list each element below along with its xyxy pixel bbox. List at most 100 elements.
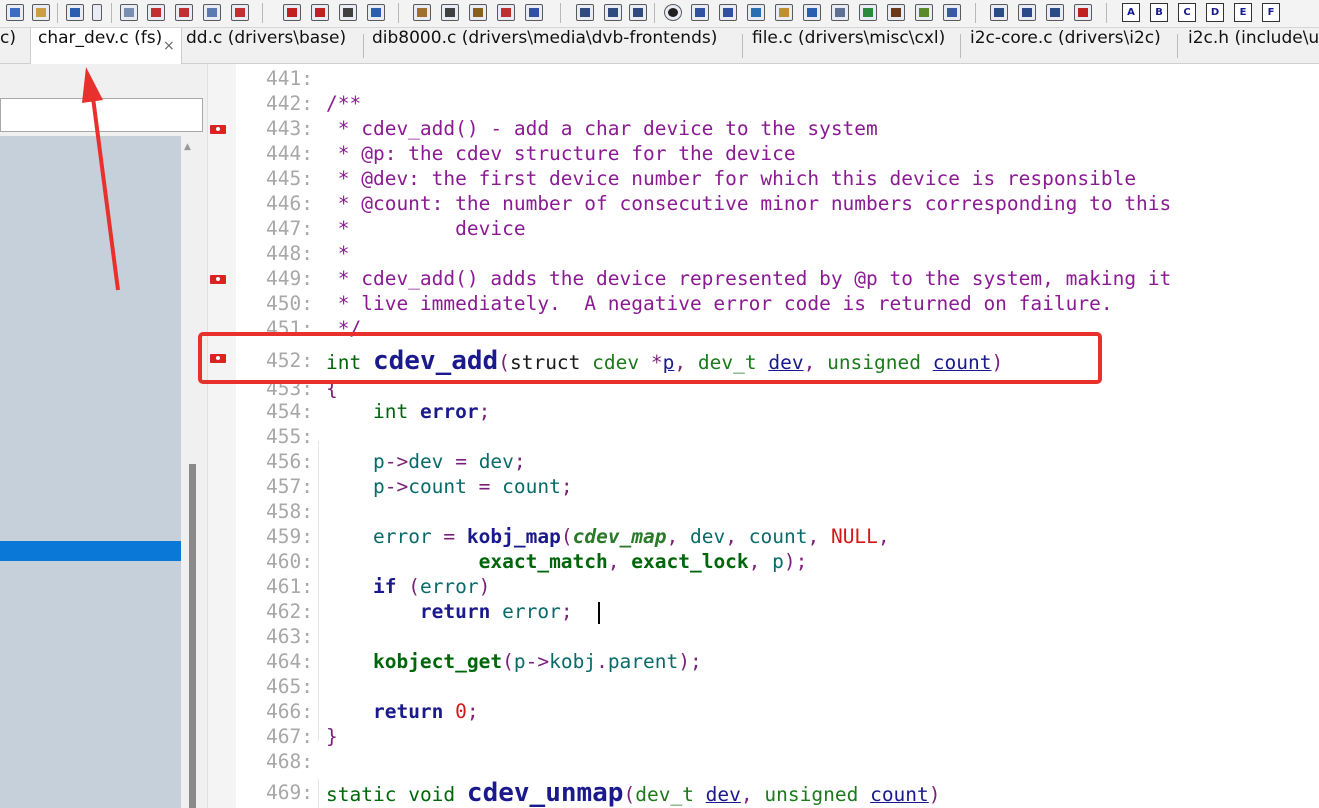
remove-line-icon[interactable] (1046, 4, 1064, 21)
resize-icon[interactable] (691, 4, 709, 21)
line-number: 446: (266, 192, 313, 215)
selected-list-item[interactable] (0, 541, 181, 561)
tab-separator (1177, 34, 1178, 58)
toggle-sign-icon[interactable] (990, 4, 1008, 21)
bookmark-a-button[interactable]: A (1122, 3, 1140, 22)
tok: , (807, 525, 820, 548)
globe-icon[interactable] (859, 4, 877, 21)
project-icon[interactable] (664, 4, 682, 21)
tok: , (748, 550, 761, 573)
line-number: 467: (266, 725, 313, 748)
code-line: 459: error = kobj_map(cdev_map, dev, cou… (236, 525, 890, 550)
bookmark-list-icon[interactable] (339, 4, 357, 21)
paste-icon[interactable] (32, 4, 50, 21)
line-text: * @p: the cdev structure for the device (326, 142, 796, 165)
bookmark-marker-icon[interactable] (210, 275, 226, 284)
scrollbar-thumb[interactable] (189, 464, 196, 808)
symbol-icon[interactable] (413, 4, 431, 21)
tab-i2c-h[interactable]: i2c.h (include\u (1188, 28, 1319, 63)
copy-icon[interactable] (6, 4, 24, 21)
star-icon[interactable] (367, 4, 385, 21)
window-split-icon[interactable] (604, 4, 622, 21)
tok: ( (623, 783, 636, 806)
bookmark-marker-icon[interactable] (210, 125, 226, 134)
jump-up-icon[interactable] (147, 4, 165, 21)
call-graph-icon[interactable] (497, 4, 515, 21)
symbol-list-scrollbar[interactable]: ▲ (181, 136, 205, 808)
tok: exact_match (478, 550, 608, 573)
toolbar-separator (398, 3, 399, 23)
line-text: * @count: the number of consecutive mino… (326, 192, 1172, 215)
help-icon[interactable] (803, 4, 821, 21)
line-number: 457: (266, 475, 313, 498)
scroll-up-icon[interactable]: ▲ (184, 142, 191, 152)
tok: = (455, 450, 467, 473)
relation-icon[interactable] (525, 4, 543, 21)
list-view-icon[interactable] (629, 4, 647, 21)
tab-file[interactable]: file.c (drivers\misc\cxl) (752, 28, 957, 63)
delete-icon[interactable] (1074, 4, 1092, 21)
tok: ; (560, 600, 573, 623)
symbol-list[interactable] (0, 136, 181, 808)
code-line: 446: * @count: the number of consecutive… (236, 192, 1171, 217)
add-line-icon[interactable] (1018, 4, 1036, 21)
code-line: 468: (236, 750, 313, 775)
tok: , (666, 525, 679, 548)
tok: exact_lock (631, 550, 749, 573)
source-icon[interactable] (747, 4, 765, 21)
line-text: * live immediately. A negative error cod… (326, 292, 1113, 315)
line-number: 469: (266, 781, 313, 804)
tok: ) (928, 783, 941, 806)
code-line: 456: p->dev = dev; (236, 450, 526, 475)
reference-icon[interactable] (441, 4, 459, 21)
tab-char-dev[interactable]: char_dev.c (fs) × (30, 28, 182, 64)
search-icon[interactable] (120, 4, 138, 21)
tab-prev-file[interactable]: c) (0, 28, 20, 63)
bookmark-b-button[interactable]: B (1150, 3, 1168, 22)
bookmark-prev-icon[interactable] (283, 4, 301, 21)
redo-icon[interactable] (92, 4, 102, 21)
tok: ); (678, 650, 702, 673)
find-file-icon[interactable] (203, 4, 221, 21)
tab-close-icon[interactable]: × (163, 28, 175, 64)
line-number: 459: (266, 525, 313, 548)
tab-dib8000[interactable]: dib8000.c (drivers\media\dvb-frontends) (372, 28, 737, 63)
folder-sync-icon[interactable] (775, 4, 793, 21)
window-layout-icon[interactable] (576, 4, 594, 21)
tok: error (419, 400, 479, 423)
undo-icon[interactable] (66, 4, 84, 21)
tab-dd[interactable]: dd.c (drivers\base) (186, 28, 356, 63)
bookmark-d-button[interactable]: D (1206, 3, 1224, 22)
bookmark-e-button[interactable]: E (1234, 3, 1252, 22)
line-text: error = kobj_map(cdev_map, dev, count, N… (326, 525, 890, 548)
bookmark-c-button[interactable]: C (1178, 3, 1196, 22)
bookmark-next-icon[interactable] (311, 4, 329, 21)
code-line: 441: (236, 67, 313, 92)
tab-i2c-core[interactable]: i2c-core.c (drivers\i2c) (970, 28, 1170, 63)
book-icon[interactable] (469, 4, 487, 21)
bird-icon[interactable] (887, 4, 905, 21)
jump-down-icon[interactable] (175, 4, 193, 21)
line-text: static void cdev_unmap(dev_t dev, unsign… (326, 778, 941, 808)
line-number: 460: (266, 550, 313, 573)
toolbar-separator (262, 3, 263, 23)
toolbar: A B C D E F (0, 0, 1319, 28)
tok: static (326, 783, 397, 806)
line-number: 454: (266, 400, 313, 423)
line-text: * device (326, 217, 526, 240)
line-number: 456: (266, 450, 313, 473)
editor-gutter[interactable] (207, 64, 237, 808)
tok: 0 (455, 700, 467, 723)
compare-icon[interactable] (943, 4, 961, 21)
symbol-search-input[interactable] (0, 98, 203, 132)
code-editor[interactable]: 441: 442: /** 443: * cdev_add() - add a c… (236, 64, 1319, 808)
tok: count (748, 525, 808, 548)
sync-icon[interactable] (915, 4, 933, 21)
replace-icon[interactable] (231, 4, 249, 21)
line-text: int error; (326, 400, 490, 423)
bookmark-f-button[interactable]: F (1262, 3, 1280, 22)
line-number: 445: (266, 167, 313, 190)
tok: kobj_map (466, 525, 561, 548)
clipboard-icon[interactable] (831, 4, 849, 21)
outline-icon[interactable] (719, 4, 737, 21)
